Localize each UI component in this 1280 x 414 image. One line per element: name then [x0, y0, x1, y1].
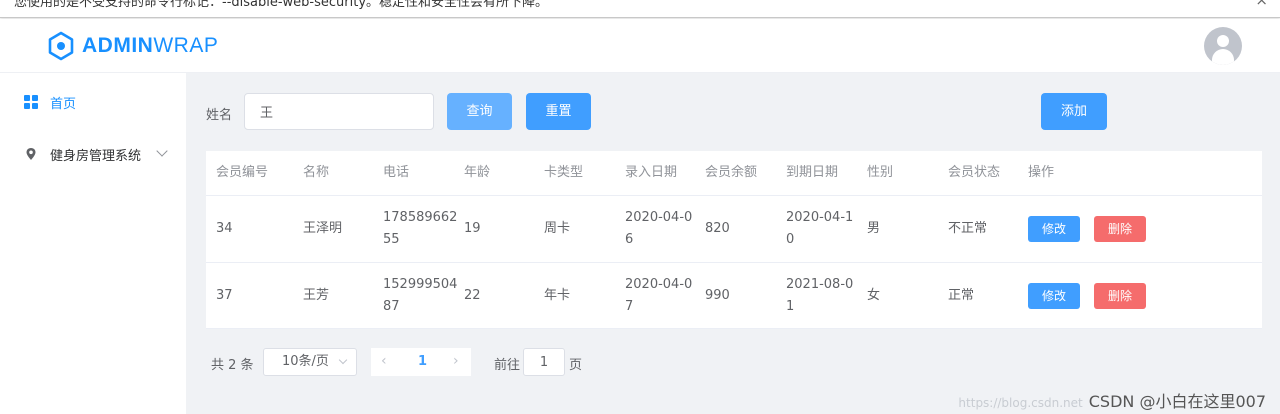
column-header[interactable]: 卡类型 — [544, 151, 583, 195]
column-header[interactable]: 性别 — [867, 151, 893, 195]
member-id-cell: 34 — [216, 221, 233, 236]
top-header: ADMINWRAP — [0, 19, 1280, 73]
goto-page-input[interactable] — [523, 348, 565, 376]
sidebar-item-home[interactable]: 首页 — [0, 77, 186, 127]
member-age-cell: 19 — [464, 221, 481, 236]
column-header[interactable]: 会员余额 — [705, 151, 757, 195]
avatar-head-shape — [1217, 35, 1229, 47]
app-logo[interactable]: ADMINWRAP — [47, 31, 218, 61]
table-header-row: 会员编号 名称 电话 年龄 卡类型 录入日期 会员余额 到期日期 性别 会员状态… — [206, 151, 1262, 196]
column-header[interactable]: 年龄 — [464, 151, 490, 195]
delete-button[interactable]: 删除 — [1094, 216, 1146, 242]
warning-close-icon[interactable]: × — [1255, 0, 1268, 9]
name-filter-label: 姓名 — [206, 108, 233, 123]
column-header[interactable]: 名称 — [303, 151, 329, 195]
delete-button[interactable]: 删除 — [1094, 282, 1146, 309]
avatar-body-shape — [1212, 49, 1234, 65]
add-member-button[interactable]: 添加 — [1041, 93, 1107, 130]
sidebar-item-label: 健身房管理系统 — [50, 148, 142, 164]
column-header[interactable]: 录入日期 — [625, 151, 677, 195]
table-row: 34 王泽明 17858966255 19 周卡 2020-04-06 820 … — [206, 196, 1262, 263]
member-phone-cell: 15299950487 — [383, 276, 458, 314]
warning-text: 您使用的是不受支持的命令行标记：--disable-web-security。稳… — [14, 0, 549, 10]
logo-light-text: WRAP — [153, 34, 219, 57]
page-navigator: ‹ 1 › — [371, 348, 471, 376]
member-expire-date-cell: 2020-04-10 — [786, 210, 854, 247]
logo-bold-text: ADMIN — [82, 34, 154, 57]
page-number-current[interactable]: 1 — [418, 354, 427, 369]
next-page-icon[interactable]: › — [453, 353, 459, 369]
edit-button[interactable]: 修改 — [1028, 282, 1080, 309]
prev-page-icon[interactable]: ‹ — [381, 353, 387, 369]
goto-label: 前往 — [494, 358, 521, 373]
reset-button[interactable]: 重置 — [526, 93, 591, 130]
location-pin-icon — [24, 147, 38, 161]
column-header[interactable]: 会员状态 — [948, 151, 1000, 195]
member-age-cell: 22 — [464, 287, 481, 303]
pagination-total: 共 2 条 — [211, 358, 254, 373]
dashboard-grid-icon — [24, 95, 38, 109]
member-phone-cell: 17858966255 — [383, 210, 458, 247]
sidebar: 首页 健身房管理系统 — [0, 73, 186, 414]
member-expire-date-cell: 2021-08-01 — [786, 276, 854, 314]
member-balance-cell: 820 — [705, 221, 730, 236]
goto-page-suffix: 页 — [569, 358, 583, 373]
unsupported-flag-warning-bar: 您使用的是不受支持的命令行标记：--disable-web-security。稳… — [0, 0, 1280, 18]
hexagon-logo-icon — [48, 31, 74, 61]
member-card-type-cell: 年卡 — [544, 287, 571, 303]
column-header[interactable]: 电话 — [383, 151, 409, 195]
sidebar-item-label: 首页 — [50, 96, 77, 112]
column-header[interactable]: 到期日期 — [786, 151, 838, 195]
member-balance-cell: 990 — [705, 287, 730, 303]
table-row: 37 王芳 15299950487 22 年卡 2020-04-07 990 2… — [206, 263, 1262, 329]
page-size-select[interactable]: 10条/页 — [263, 348, 357, 376]
member-status-cell: 正常 — [948, 287, 975, 303]
pagination: 共 2 条 10条/页 ‹ 1 › 前往 页 — [186, 348, 786, 376]
members-table: 会员编号 名称 电话 年龄 卡类型 录入日期 会员余额 到期日期 性别 会员状态… — [206, 151, 1262, 329]
column-header[interactable]: 会员编号 — [216, 151, 268, 195]
main-content: 姓名 查询 重置 添加 会员编号 名称 电话 年龄 卡类型 录入日期 会员余额 … — [186, 73, 1280, 414]
member-card-type-cell: 周卡 — [544, 221, 571, 236]
logo-wordmark: ADMINWRAP — [82, 34, 218, 58]
member-id-cell: 37 — [216, 287, 233, 303]
member-name-cell: 王泽明 — [303, 221, 343, 236]
user-avatar[interactable] — [1204, 27, 1242, 65]
member-name-cell: 王芳 — [303, 287, 330, 303]
column-header: 操作 — [1028, 165, 1055, 180]
member-entry-date-cell: 2020-04-07 — [625, 276, 693, 314]
csdn-watermark: https://blog.csdn.net CSDN @小白在这里007 — [958, 388, 1266, 412]
member-gender-cell: 女 — [867, 287, 881, 303]
name-search-input[interactable] — [244, 93, 434, 130]
member-status-cell: 不正常 — [948, 221, 988, 236]
member-entry-date-cell: 2020-04-06 — [625, 210, 693, 247]
page-size-value: 10条/页 — [282, 354, 329, 369]
member-gender-cell: 男 — [867, 221, 881, 236]
chevron-down-icon — [338, 355, 348, 365]
query-button[interactable]: 查询 — [447, 93, 512, 130]
watermark-url: https://blog.csdn.net — [958, 396, 1083, 410]
sidebar-item-gym-management[interactable]: 健身房管理系统 — [0, 129, 186, 179]
edit-button[interactable]: 修改 — [1028, 216, 1080, 242]
chevron-down-icon — [156, 145, 168, 157]
watermark-text: CSDN @小白在这里007 — [1088, 392, 1266, 411]
